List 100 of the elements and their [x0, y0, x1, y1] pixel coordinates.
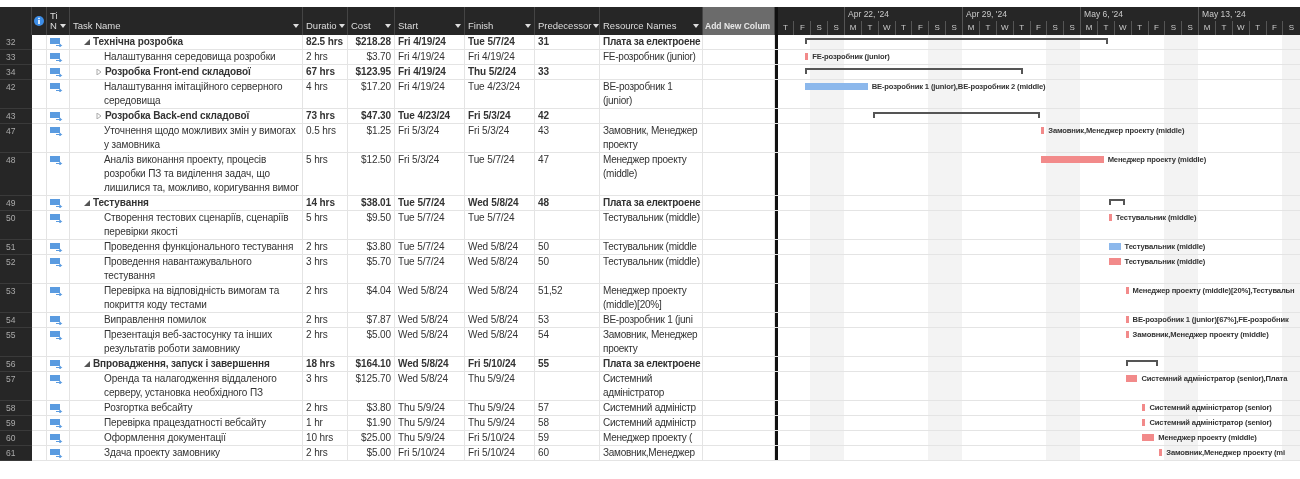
start-date: Tue 5/7/24 [398, 197, 445, 208]
dropdown-icon[interactable] [60, 24, 66, 28]
predecessors-value: 31 [538, 36, 549, 47]
row-number: 58 [6, 403, 16, 413]
collapse-triangle-icon[interactable] [84, 200, 90, 206]
predecessors-value: 50 [538, 241, 549, 252]
row-number: 47 [6, 126, 16, 136]
column-header[interactable]: Duratio [306, 20, 337, 31]
column-header[interactable]: Predecessor [538, 20, 592, 31]
task-name: Оформлення документації [104, 431, 226, 445]
start-date: Wed 5/8/24 [398, 285, 448, 296]
task-icon [50, 243, 63, 252]
cost-value: $3.80 [366, 402, 391, 413]
day-label: S [1181, 21, 1199, 35]
task-icon [50, 360, 63, 369]
dropdown-icon[interactable] [293, 24, 299, 28]
cost-value: $25.00 [361, 432, 391, 443]
row-number: 32 [6, 37, 16, 47]
task-icon [50, 53, 63, 62]
duration-value: 67 hrs [306, 66, 335, 77]
task-icon [50, 449, 63, 458]
row-number: 61 [6, 448, 16, 458]
day-label: T [778, 21, 794, 35]
column-header[interactable]: Cost [351, 20, 383, 31]
column-header[interactable]: Start [398, 20, 453, 31]
dropdown-icon[interactable] [385, 24, 391, 28]
finish-date: Wed 5/8/24 [468, 256, 518, 267]
dropdown-icon[interactable] [338, 24, 345, 28]
cost-value: $38.01 [361, 197, 391, 208]
task-icon [50, 38, 63, 47]
dropdown-icon[interactable] [455, 24, 461, 28]
row-number: 42 [6, 82, 16, 92]
start-date: Wed 5/8/24 [398, 314, 448, 325]
task-name: Перевірка працездатності вебсайту [104, 416, 266, 430]
duration-value: 5 hrs [306, 154, 328, 165]
column-header[interactable]: Ti N [50, 11, 58, 31]
finish-date: Tue 5/7/24 [468, 154, 515, 165]
task-icon [50, 68, 63, 77]
resource-names: BE-розробник 1 (junior) [603, 81, 673, 106]
day-label: T [1096, 21, 1114, 35]
resource-names: Замовник,Менеджер [603, 447, 695, 458]
day-label: F [911, 21, 929, 35]
day-label: S [827, 21, 845, 35]
cost-value: $3.70 [366, 51, 391, 62]
task-icon [50, 404, 63, 413]
cost-value: $123.95 [355, 66, 391, 77]
row-number: 57 [6, 374, 16, 384]
predecessors-value: 43 [538, 125, 549, 136]
finish-date: Thu 5/2/24 [468, 66, 516, 77]
predecessors-value: 48 [538, 197, 549, 208]
resource-names: Системний адміністр [603, 417, 696, 428]
duration-value: 2 hrs [306, 447, 328, 458]
predecessors-value: 60 [538, 447, 549, 458]
day-label: S [1282, 21, 1300, 35]
collapse-triangle-icon[interactable] [84, 39, 90, 45]
task-icon [50, 214, 63, 223]
task-name: Перевірка на відповідність вимогам та покриття коду тестами [104, 284, 281, 312]
resource-names: Менеджер проекту ( [603, 432, 693, 443]
duration-value: 3 hrs [306, 256, 328, 267]
resource-names: Замовник, Менеджер проекту [603, 329, 698, 354]
resource-names: Плата за електроене [603, 36, 701, 47]
cost-value: $12.50 [361, 154, 391, 165]
task-icon [50, 112, 63, 121]
task-name: Налаштування імітаційного серверного середовища [104, 80, 284, 108]
row-number: 54 [6, 315, 16, 325]
start-date: Fri 5/10/24 [398, 447, 445, 458]
task-icon [50, 83, 63, 92]
column-header[interactable]: Finish [468, 20, 523, 31]
predecessors-value: 53 [538, 314, 549, 325]
duration-value: 2 hrs [306, 314, 328, 325]
day-label: M [1080, 21, 1097, 35]
column-header[interactable]: Task Name [73, 20, 291, 31]
start-date: Thu 5/9/24 [398, 417, 445, 428]
day-label: M [1198, 21, 1215, 35]
task-name: Виправлення помилок [104, 313, 206, 327]
dropdown-icon[interactable] [593, 24, 600, 28]
duration-value: 5 hrs [306, 212, 328, 223]
cost-value: $218.28 [355, 36, 391, 47]
dropdown-icon[interactable] [693, 24, 699, 28]
row-number: 50 [6, 213, 16, 223]
column-header[interactable]: Resource Names [603, 20, 691, 31]
task-icon [50, 419, 63, 428]
predecessors-value: 42 [538, 110, 549, 121]
task-name: Впровадження, запуск і завершення [93, 357, 270, 371]
duration-value: 4 hrs [306, 81, 328, 92]
predecessors-value: 33 [538, 66, 549, 77]
resource-names: FE-розробник (junior) [603, 51, 696, 62]
task-icon [50, 316, 63, 325]
day-label: T [1130, 21, 1148, 35]
week-label: May 6, '24 [1080, 7, 1199, 21]
task-icon [50, 375, 63, 384]
collapse-triangle-icon[interactable] [84, 361, 90, 367]
finish-date: Fri 5/3/24 [468, 125, 510, 136]
day-label: W [995, 21, 1013, 35]
cost-value: $5.00 [366, 447, 391, 458]
duration-value: 1 hr [306, 417, 323, 428]
start-date: Thu 5/9/24 [398, 402, 445, 413]
row-number: 34 [6, 67, 16, 77]
dropdown-icon[interactable] [525, 24, 531, 28]
cost-value: $4.04 [366, 285, 391, 296]
